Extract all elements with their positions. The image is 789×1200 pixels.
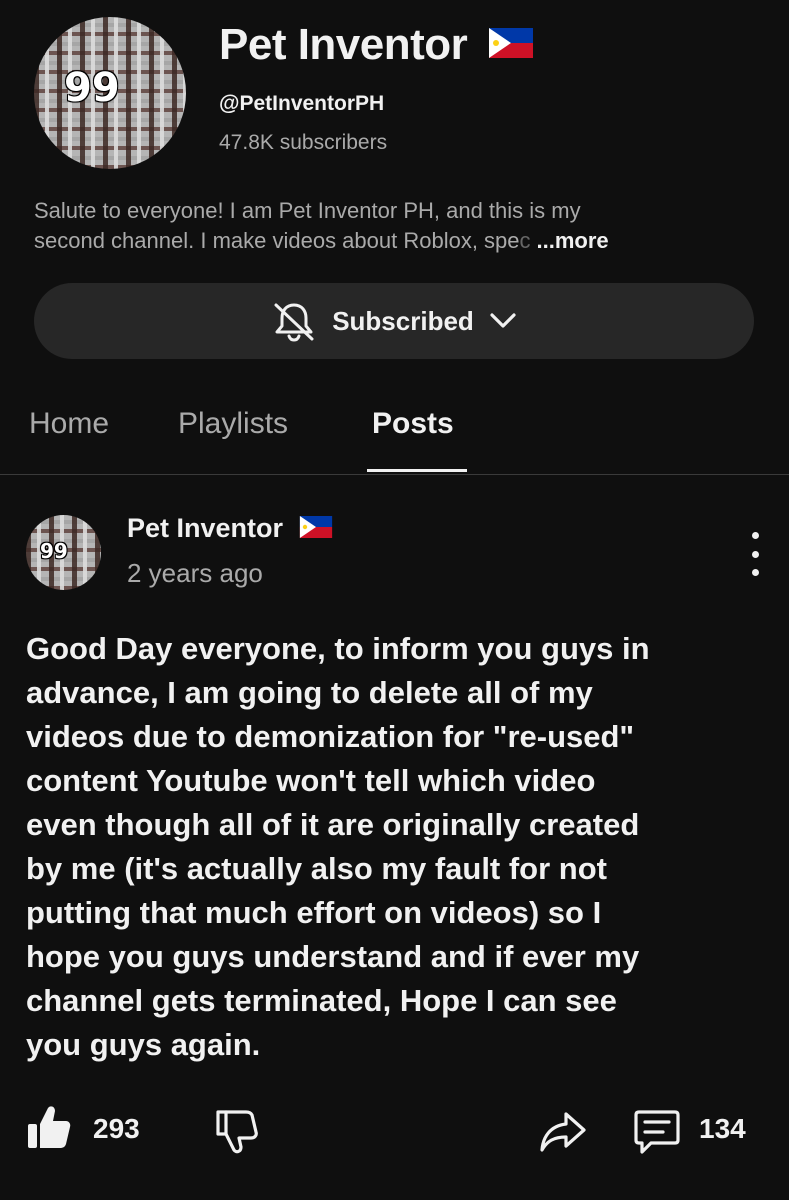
description-line-2: second channel. I make videos about Robl… (34, 226, 754, 256)
channel-name-text: Pet Inventor (219, 20, 468, 69)
tabs-divider (0, 474, 789, 475)
channel-handle: @PetInventorPH (219, 92, 385, 115)
kebab-dot (751, 532, 759, 539)
more-link[interactable]: ...more (537, 228, 609, 253)
kebab-dot (751, 569, 759, 576)
subscribed-label: Subscribed (332, 305, 474, 336)
philippines-flag-icon (299, 515, 332, 538)
description-line-1: Salute to everyone! I am Pet Inventor PH… (34, 198, 581, 223)
tab-home[interactable]: Home (29, 407, 109, 441)
post-avatar-badge: 99 (40, 539, 68, 563)
post-author[interactable]: Pet Inventor (127, 513, 333, 544)
channel-description[interactable]: Salute to everyone! I am Pet Inventor PH… (34, 196, 754, 256)
post-author-text: Pet Inventor (127, 513, 284, 543)
bell-slash-icon (274, 303, 314, 342)
description-line-2-text: second channel. I make videos about Robl… (34, 228, 520, 253)
active-tab-indicator (367, 469, 467, 472)
tab-playlists[interactable]: Playlists (178, 407, 288, 441)
channel-avatar[interactable]: 99 (34, 17, 186, 169)
post-timestamp: 2 years ago (127, 558, 263, 588)
post-author-avatar[interactable]: 99 (26, 515, 101, 590)
share-icon[interactable] (538, 1110, 588, 1154)
like-count: 293 (93, 1113, 140, 1144)
subscribed-button[interactable]: Subscribed (34, 283, 754, 359)
channel-name: Pet Inventor (219, 20, 534, 70)
comment-icon[interactable] (633, 1108, 681, 1156)
dislike-icon[interactable] (214, 1108, 260, 1154)
philippines-flag-icon (489, 28, 534, 59)
post-menu-button[interactable] (738, 532, 772, 576)
post-body-text: Good Day everyone, to inform you guys in… (26, 631, 650, 1062)
description-fade-text: c (519, 228, 531, 253)
tab-posts[interactable]: Posts (372, 407, 454, 441)
kebab-dot (751, 550, 759, 558)
chevron-down-icon (490, 313, 516, 328)
subscriber-count: 47.8K subscribers (219, 131, 388, 154)
comment-count: 134 (699, 1113, 746, 1144)
avatar-badge: 99 (64, 65, 120, 111)
like-icon[interactable] (26, 1104, 72, 1152)
